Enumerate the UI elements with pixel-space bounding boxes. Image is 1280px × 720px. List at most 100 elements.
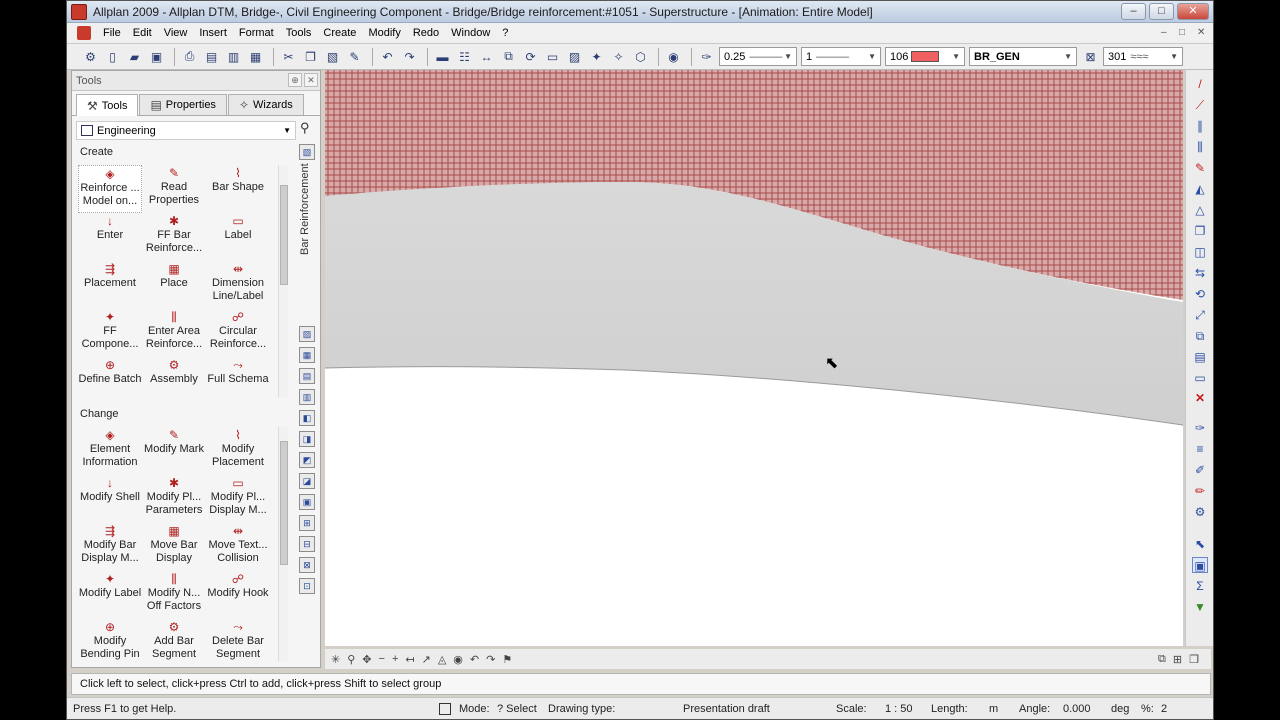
undo-icon[interactable]: ↶ <box>378 47 397 66</box>
parallel-tool-icon[interactable]: ∥ <box>1192 118 1208 134</box>
copy-tool-icon[interactable]: ❐ <box>1192 223 1208 239</box>
pin-icon[interactable]: ⊕ <box>288 73 302 87</box>
stretch-tool-icon[interactable]: ⧉ <box>1192 328 1208 344</box>
line-type-select[interactable]: 1 ——— ▼ <box>801 47 881 66</box>
module-tab-icon[interactable]: ⊠ <box>299 557 315 573</box>
elevation-icon[interactable]: ⧉ <box>499 47 518 66</box>
format-painter-icon[interactable]: ✎ <box>345 47 364 66</box>
save-icon[interactable]: ▣ <box>147 47 166 66</box>
hatch-pattern-select[interactable]: 301 ≈≈≈ ▼ <box>1103 47 1183 66</box>
change-tool[interactable]: ▭ Modify Pl... Display M... <box>206 475 270 523</box>
format-tool-icon[interactable]: ⚙ <box>1192 504 1208 520</box>
assistant-icon[interactable]: ✦ <box>587 47 606 66</box>
draw-tool-icon[interactable]: ✎ <box>1192 160 1208 176</box>
close-button[interactable]: ✕ <box>1177 3 1209 20</box>
percent-value[interactable]: 2 <box>1161 703 1167 715</box>
module-tab-icon[interactable]: ⊟ <box>299 536 315 552</box>
menu-edit[interactable]: Edit <box>127 23 158 44</box>
doc-minimize-button[interactable]: – <box>1161 27 1167 38</box>
bars-tool-icon[interactable]: ⫼ <box>1192 139 1208 155</box>
change-tool[interactable]: ⇶ Modify Bar Display M... <box>78 523 142 571</box>
menu-redo[interactable]: Redo <box>407 23 445 44</box>
create-scrollbar[interactable] <box>278 165 288 397</box>
change-tool[interactable]: ✎ Modify Mark <box>142 427 206 475</box>
sum-tool-icon[interactable]: Σ <box>1192 578 1208 594</box>
change-tool[interactable]: ▦ Move Bar Display <box>142 523 206 571</box>
pick-tool-icon[interactable]: ✑ <box>1192 420 1208 436</box>
edit-tool-icon[interactable]: ✐ <box>1192 462 1208 478</box>
menu-format[interactable]: Format <box>233 23 280 44</box>
plan-icon[interactable]: ▭ <box>543 47 562 66</box>
sphere-view-icon[interactable]: ◉ <box>453 653 463 666</box>
create-tool[interactable]: ⌇ Bar Shape <box>206 165 270 213</box>
zoom-all-icon[interactable]: ✳ <box>331 653 340 666</box>
module-tab-icon[interactable]: ◪ <box>299 473 315 489</box>
maximize-button[interactable]: □ <box>1149 3 1174 20</box>
print-icon[interactable]: ⎙ <box>180 47 199 66</box>
polyline-tool-icon[interactable]: ⟋ <box>1192 97 1208 113</box>
cut-icon[interactable]: ✂ <box>279 47 298 66</box>
wizard-icon[interactable]: ✧ <box>609 47 628 66</box>
save-view-icon[interactable]: ⚑ <box>502 653 512 666</box>
module-tab-icon[interactable]: ▣ <box>299 494 315 510</box>
mode-value[interactable]: ? Select <box>497 703 537 715</box>
layer-tool-icon[interactable]: ≡ <box>1192 441 1208 457</box>
scale-value[interactable]: 1 : 50 <box>885 703 913 715</box>
menu-tools[interactable]: Tools <box>280 23 318 44</box>
delete-tool-icon[interactable]: ✕ <box>1192 390 1208 406</box>
drawing-type-value[interactable]: Presentation draft <box>683 703 770 715</box>
dimension-tool-icon[interactable]: ↔ <box>477 47 496 66</box>
module-tab-icon[interactable]: ▨ <box>299 326 315 342</box>
create-tool[interactable]: ✱ FF Bar Reinforce... <box>142 213 206 261</box>
line-tool-icon[interactable]: / <box>1192 76 1208 92</box>
undo-view-icon[interactable]: ↶ <box>470 653 479 666</box>
marker-tool-icon[interactable]: ✏ <box>1192 483 1208 499</box>
offset-tool-icon[interactable]: ▭ <box>1192 370 1208 386</box>
paste-icon[interactable]: ▧ <box>323 47 342 66</box>
next-view-icon[interactable]: ↗ <box>422 653 431 666</box>
change-scroll-thumb[interactable] <box>280 441 288 565</box>
module-tab-icon[interactable]: ◨ <box>299 431 315 447</box>
change-tool[interactable]: ◈ Element Information <box>78 427 142 475</box>
filter-tool-icon[interactable]: ▼ <box>1192 599 1208 615</box>
menu-help[interactable]: ? <box>496 23 514 44</box>
previous-view-icon[interactable]: ↤ <box>405 653 414 666</box>
module-tab-icon[interactable]: ⊞ <box>299 515 315 531</box>
change-tool[interactable]: ☍ Modify Hook <box>206 571 270 619</box>
line-color-select[interactable]: 106 ▼ <box>885 47 965 66</box>
create-tool[interactable]: ⚙ Assembly <box>142 357 206 397</box>
layer-select[interactable]: BR_GEN ▼ <box>969 47 1077 66</box>
close-icon[interactable]: ✕ <box>304 73 318 87</box>
window-layout-icon[interactable]: ⧉ <box>1158 653 1166 666</box>
arrange-icon[interactable]: ❐ <box>1189 653 1199 666</box>
rotate-tool-icon[interactable]: ⟲ <box>1192 286 1208 302</box>
create-tool[interactable]: ⇹ Dimension Line/Label <box>206 261 270 309</box>
module-tab-icon[interactable]: ▥ <box>299 389 315 405</box>
menu-view[interactable]: View <box>158 23 194 44</box>
select-tool-icon[interactable]: ⬉ <box>1192 536 1208 552</box>
change-tool[interactable]: ⇹ Move Text... Collision <box>206 523 270 571</box>
redo-icon[interactable]: ↷ <box>400 47 419 66</box>
pipette-icon[interactable]: ✑ <box>697 47 716 66</box>
menu-modify[interactable]: Modify <box>362 23 406 44</box>
open-folder-icon[interactable]: ▰ <box>125 47 144 66</box>
menu-file[interactable]: File <box>97 23 127 44</box>
triangle-tool-icon[interactable]: △ <box>1192 202 1208 218</box>
shape-tool-icon[interactable]: ◭ <box>1192 181 1208 197</box>
rotate-view-icon[interactable]: ⟳ <box>521 47 540 66</box>
create-tool[interactable]: ⤳ Full Schema <box>206 357 270 397</box>
cube-icon[interactable]: ⬡ <box>631 47 650 66</box>
module-tab-icon[interactable]: ▤ <box>299 368 315 384</box>
angle-value[interactable]: 0.000 <box>1063 703 1091 715</box>
picture-icon[interactable]: ▨ <box>565 47 584 66</box>
print-preview-icon[interactable]: ▤ <box>202 47 221 66</box>
category-select[interactable]: Engineering ▼ <box>76 121 296 140</box>
module-tab-icon[interactable]: ▦ <box>299 347 315 363</box>
create-tool[interactable]: ⫼ Enter Area Reinforce... <box>142 309 206 357</box>
tile-icon[interactable]: ⊞ <box>1173 653 1182 666</box>
array-tool-icon[interactable]: ▤ <box>1192 349 1208 365</box>
change-tool[interactable]: ⫼ Modify N... Off Factors <box>142 571 206 619</box>
module-tab-icon[interactable]: ⊡ <box>299 578 315 594</box>
model-viewport[interactable]: ⬉ <box>325 70 1183 646</box>
zoom-icon[interactable]: ⚲ <box>347 653 355 666</box>
